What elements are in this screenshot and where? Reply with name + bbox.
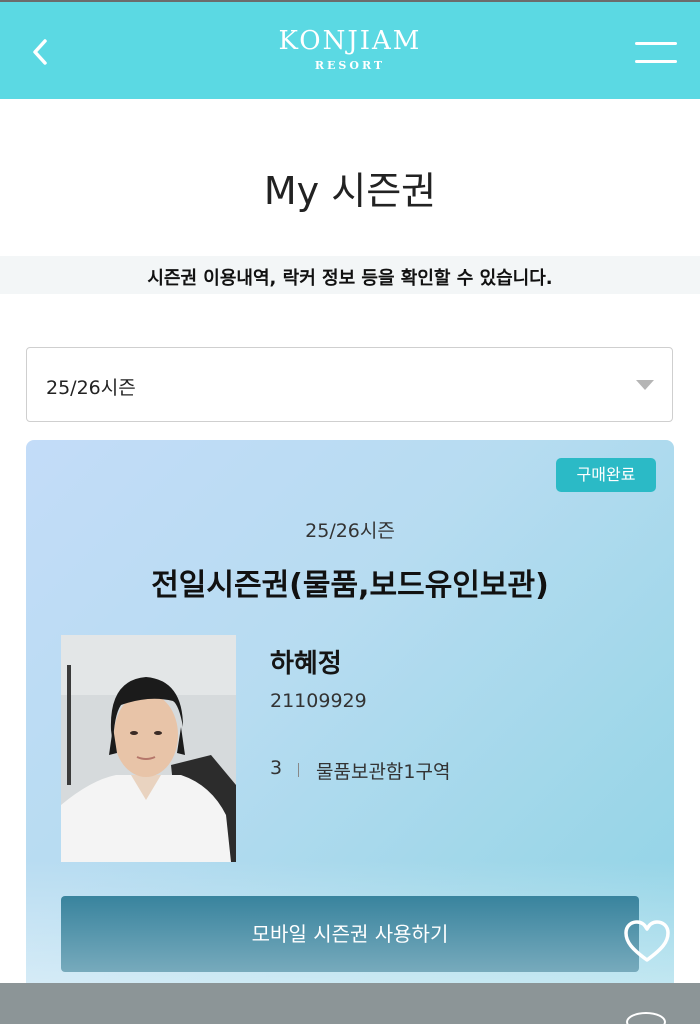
resort-logo[interactable]: KONJIAM RESORT (0, 26, 700, 73)
locker-area: 물품보관함1구역 (316, 761, 451, 783)
hamburger-menu-icon (635, 42, 677, 45)
page-description: 시즌권 이용내역, 락커 정보 등을 확인할 수 있습니다. (147, 268, 553, 289)
status-badge: 구매완료 (556, 458, 656, 492)
use-mobile-pass-button[interactable]: 모바일 시즌권 사용하기 (61, 896, 639, 972)
member-photo (61, 635, 236, 862)
logo-main-text: KONJIAM (278, 26, 422, 56)
app-header: KONJIAM RESORT (0, 2, 700, 99)
pass-product-name: 전일시즌권(물품,보드유인보관) (151, 568, 549, 603)
heart-icon (624, 920, 670, 962)
member-id: 21109929 (270, 690, 367, 712)
locker-divider (298, 763, 299, 777)
season-pass-card: 구매완료 25/26시즌 전일시즌권(물품,보드유인보관) 하혜정 211099… (26, 440, 674, 1000)
hamburger-menu-icon (635, 60, 677, 63)
bottom-bar (0, 983, 700, 1024)
card-season-label: 25/26시즌 (305, 520, 395, 542)
member-photo-image (61, 635, 236, 862)
menu-button[interactable] (630, 40, 680, 70)
logo-sub-text: RESORT (314, 59, 386, 72)
favorite-button[interactable] (622, 918, 672, 966)
locker-number: 3 (270, 757, 283, 779)
member-name: 하혜정 (270, 649, 342, 679)
page-title: My 시즌권 (263, 169, 437, 213)
season-select-value: 25/26시즌 (46, 377, 136, 399)
season-select[interactable]: 25/26시즌 (26, 347, 673, 422)
dropdown-arrow-icon (636, 380, 654, 390)
